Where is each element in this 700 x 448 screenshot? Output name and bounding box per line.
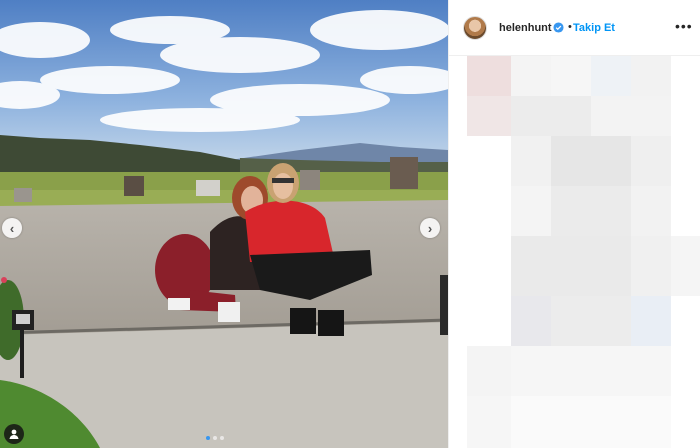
carousel-indicator	[206, 436, 224, 440]
instagram-post: ‹ › helenhunt • Takip Et •••	[0, 0, 700, 448]
photo-scene	[0, 0, 448, 448]
previous-photo-button[interactable]: ‹	[2, 218, 22, 238]
carousel-dot	[206, 436, 210, 440]
more-options-icon[interactable]: •••	[675, 18, 693, 34]
verified-badge-icon	[553, 22, 564, 33]
chevron-right-icon: ›	[427, 220, 433, 236]
carousel-dot	[213, 436, 217, 440]
post-header: helenhunt • Takip Et •••	[449, 0, 700, 56]
user-tag-icon	[9, 429, 19, 439]
header-separator: •	[568, 21, 572, 33]
follow-button[interactable]: Takip Et	[573, 22, 615, 34]
next-photo-button[interactable]: ›	[420, 218, 440, 238]
post-photo[interactable]: ‹ ›	[0, 0, 448, 448]
avatar[interactable]	[463, 16, 487, 40]
username-link[interactable]: helenhunt	[499, 22, 552, 34]
carousel-dot	[220, 436, 224, 440]
blurred-comments-area	[461, 56, 700, 448]
user-tag-button[interactable]	[4, 424, 24, 444]
chevron-left-icon: ‹	[9, 220, 15, 236]
post-sidebar: helenhunt • Takip Et •••	[448, 0, 700, 448]
